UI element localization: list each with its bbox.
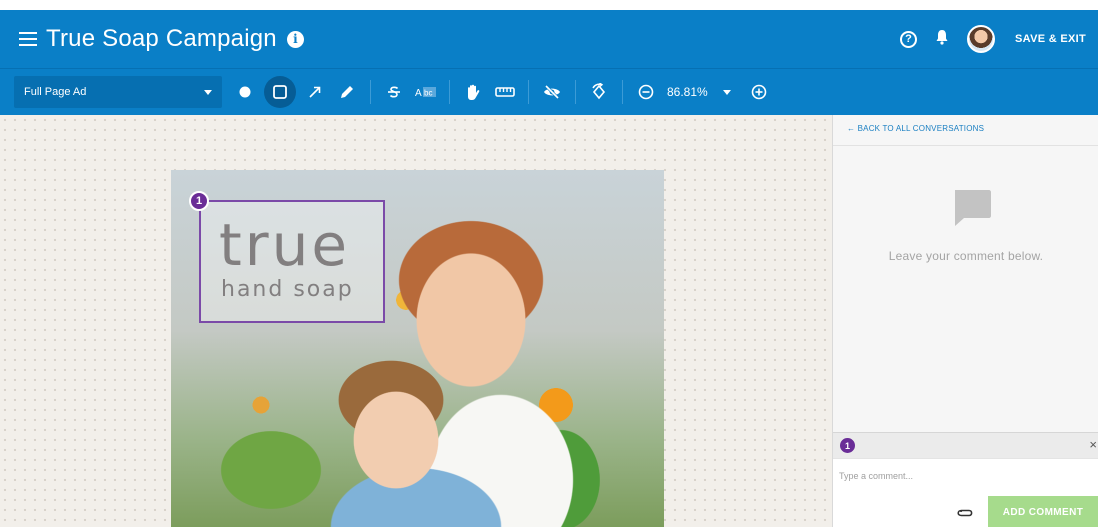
page-select-value: Full Page Ad bbox=[24, 86, 87, 98]
user-avatar[interactable] bbox=[967, 25, 996, 53]
toolbar-divider bbox=[370, 80, 371, 104]
zoom-out-icon bbox=[638, 84, 654, 100]
toolbar-divider bbox=[528, 80, 529, 104]
back-to-conversations-link[interactable]: ← BACK TO ALL CONVERSATIONS bbox=[847, 124, 984, 133]
svg-text:A: A bbox=[415, 88, 422, 99]
paperclip-icon[interactable] bbox=[957, 505, 973, 523]
comment-composer: ADD COMMENT bbox=[833, 458, 1098, 527]
rotate-icon bbox=[592, 83, 606, 100]
bell-icon[interactable] bbox=[935, 29, 949, 50]
annotation-toolbar: Full Page Ad Abc 86.81% bbox=[0, 68, 1098, 115]
hide-annotations-tool[interactable] bbox=[539, 76, 565, 108]
project-title: True Soap Campaign bbox=[46, 25, 277, 52]
pencil-icon bbox=[341, 86, 353, 98]
arrow-icon bbox=[309, 86, 321, 98]
header-actions: ? SAVE & EXIT bbox=[900, 10, 1086, 68]
composer-header: 1 × bbox=[833, 432, 1098, 458]
rotate-tool[interactable] bbox=[586, 76, 612, 108]
hand-tool[interactable] bbox=[460, 76, 486, 108]
close-icon[interactable]: × bbox=[1089, 437, 1097, 452]
comment-input[interactable] bbox=[839, 465, 1089, 487]
eye-off-icon bbox=[544, 84, 560, 100]
rectangle-tool[interactable] bbox=[264, 76, 296, 108]
comment-bubble-icon bbox=[952, 188, 992, 233]
text-replace-tool[interactable]: Abc bbox=[413, 76, 439, 108]
arrow-tool[interactable] bbox=[302, 76, 328, 108]
save-exit-button[interactable]: SAVE & EXIT bbox=[1015, 33, 1086, 45]
zoom-out-button[interactable] bbox=[633, 76, 659, 108]
text-replace-icon: Abc bbox=[415, 87, 436, 99]
ruler-tool[interactable] bbox=[492, 76, 518, 108]
panel-divider bbox=[833, 145, 1098, 146]
info-icon[interactable]: i bbox=[286, 30, 304, 48]
zoom-dropdown[interactable] bbox=[714, 76, 740, 108]
toolbar-divider bbox=[449, 80, 450, 104]
page-select-dropdown[interactable]: Full Page Ad bbox=[14, 76, 222, 108]
toolbar-divider bbox=[575, 80, 576, 104]
dot-tool[interactable] bbox=[232, 76, 258, 108]
zoom-in-icon bbox=[751, 84, 767, 100]
zoom-in-button[interactable] bbox=[746, 76, 772, 108]
comments-panel: ← BACK TO ALL CONVERSATIONS Leave your c… bbox=[832, 115, 1098, 527]
rectangle-icon bbox=[273, 85, 287, 99]
strikethrough-tool[interactable] bbox=[381, 76, 407, 108]
help-icon[interactable]: ? bbox=[900, 30, 918, 48]
strikethrough-icon bbox=[388, 86, 400, 98]
annotation-pin[interactable]: 1 bbox=[189, 191, 209, 211]
empty-conversation-message: Leave your comment below. bbox=[888, 249, 1044, 263]
ruler-icon bbox=[495, 87, 515, 97]
toolbar-divider bbox=[622, 80, 623, 104]
pen-tool[interactable] bbox=[334, 76, 360, 108]
menu-icon[interactable] bbox=[19, 32, 37, 46]
add-comment-button[interactable]: ADD COMMENT bbox=[988, 496, 1098, 527]
dot-icon bbox=[239, 86, 251, 98]
zoom-level[interactable]: 86.81% bbox=[667, 85, 708, 99]
annotation-rectangle[interactable] bbox=[199, 200, 385, 323]
chevron-down-icon bbox=[722, 89, 731, 95]
svg-text:bc: bc bbox=[424, 89, 432, 98]
proof-canvas[interactable]: true hand soap 1 bbox=[0, 115, 832, 527]
hand-icon bbox=[468, 84, 480, 100]
chevron-down-icon bbox=[204, 89, 212, 95]
composer-pin: 1 bbox=[840, 438, 855, 453]
app-header: True Soap Campaign i ? SAVE & EXIT bbox=[0, 10, 1098, 68]
